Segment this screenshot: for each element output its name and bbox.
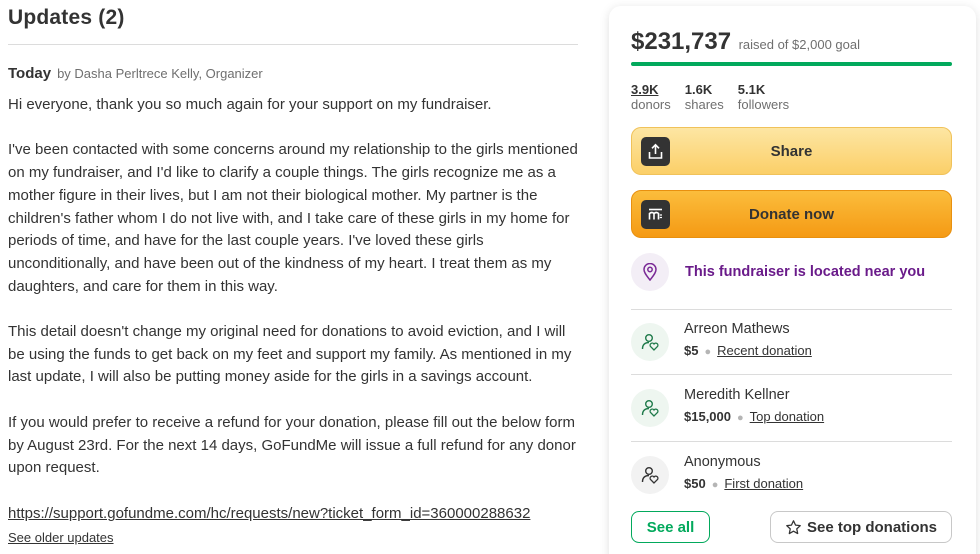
location-pin-icon: [631, 253, 669, 291]
see-older-updates-link[interactable]: See older updates: [8, 530, 114, 545]
see-all-button[interactable]: See all: [631, 511, 710, 543]
donation-tag-link[interactable]: Top donation: [750, 409, 824, 424]
shares-count: 1.6K: [684, 82, 713, 97]
update-paragraph: Hi everyone, thank you so much again for…: [8, 96, 492, 113]
update-date: Today: [8, 65, 52, 82]
update-paragraph: If you would prefer to receive a refund …: [8, 413, 576, 477]
share-label: Share: [770, 142, 813, 160]
donation-tag-link[interactable]: First donation: [724, 476, 803, 491]
donor-heart-icon: [631, 323, 669, 361]
update-meta: Today by Dasha Perltrece Kelly, Organizer: [8, 65, 263, 82]
divider: [631, 309, 952, 310]
donors-label: donors: [631, 97, 671, 112]
divider: [8, 44, 578, 45]
donation-amount: $15,000: [684, 409, 731, 424]
refund-form-link[interactable]: https://support.gofundme.com/hc/requests…: [8, 505, 530, 522]
stats-row: 3.9K donors 1.6K shares 5.1K followers: [631, 82, 803, 112]
raised-amount: $231,737: [631, 28, 732, 55]
donation-amount: $5: [684, 343, 699, 358]
share-icon: [641, 137, 670, 166]
update-paragraph: I've been contacted with some concerns a…: [8, 141, 578, 295]
donation-details: $50 ● First donation: [684, 476, 803, 491]
raised-summary: $231,737 raised of $2,000 goal: [631, 28, 860, 56]
donation-amount: $50: [684, 476, 706, 491]
donor-name: Meredith Kellner: [684, 387, 790, 403]
divider: [631, 441, 952, 442]
donate-now-button[interactable]: Donate now: [631, 190, 952, 238]
followers-label: followers: [737, 97, 790, 112]
donation-item: Anonymous $50 ● First donation: [631, 453, 952, 497]
gofundme-logo-icon: [641, 200, 670, 229]
donation-details: $15,000 ● Top donation: [684, 409, 824, 424]
donation-details: $5 ● Recent donation: [684, 343, 812, 358]
donor-name: Anonymous: [684, 454, 761, 470]
followers-count: 5.1K: [737, 82, 766, 97]
see-top-donations-label: See top donations: [806, 518, 937, 536]
update-byline: by Dasha Perltrece Kelly, Organizer: [57, 66, 263, 81]
share-button[interactable]: Share: [631, 127, 952, 175]
update-paragraph: This detail doesn't change my original n…: [8, 323, 572, 386]
dot-separator: ●: [711, 479, 719, 491]
donation-item: Meredith Kellner $15,000 ● Top donation: [631, 386, 952, 430]
shares-label: shares: [684, 97, 724, 112]
donate-label: Donate now: [749, 205, 834, 223]
donor-name: Arreon Mathews: [684, 321, 790, 337]
donors-count[interactable]: 3.9K: [631, 82, 671, 97]
donor-heart-icon: [631, 456, 669, 494]
goal-text: raised of $2,000 goal: [738, 37, 860, 52]
followers-stat: 5.1K followers: [738, 82, 789, 112]
progress-bar: [631, 62, 952, 66]
dot-separator: ●: [704, 346, 712, 358]
dot-separator: ●: [737, 412, 744, 424]
location-notice: This fundraiser is located near you: [631, 253, 925, 291]
updates-title: Updates (2): [8, 6, 125, 29]
see-top-donations-button[interactable]: See top donations: [770, 511, 952, 543]
shares-stat: 1.6K shares: [685, 82, 724, 112]
donors-stat[interactable]: 3.9K donors: [631, 82, 671, 112]
divider: [631, 374, 952, 375]
progress-fill: [631, 62, 952, 66]
donor-heart-icon: [631, 389, 669, 427]
location-text: This fundraiser is located near you: [685, 264, 926, 280]
update-body: Hi everyone, thank you so much again for…: [8, 94, 583, 503]
donation-tag-link[interactable]: Recent donation: [717, 343, 812, 358]
updates-section: Updates (2) Today by Dasha Perltrece Kell…: [8, 0, 580, 554]
donation-item: Arreon Mathews $5 ● Recent donation: [631, 320, 952, 364]
donation-summary-card: $231,737 raised of $2,000 goal 3.9K dono…: [609, 6, 976, 554]
star-icon: [786, 519, 801, 534]
